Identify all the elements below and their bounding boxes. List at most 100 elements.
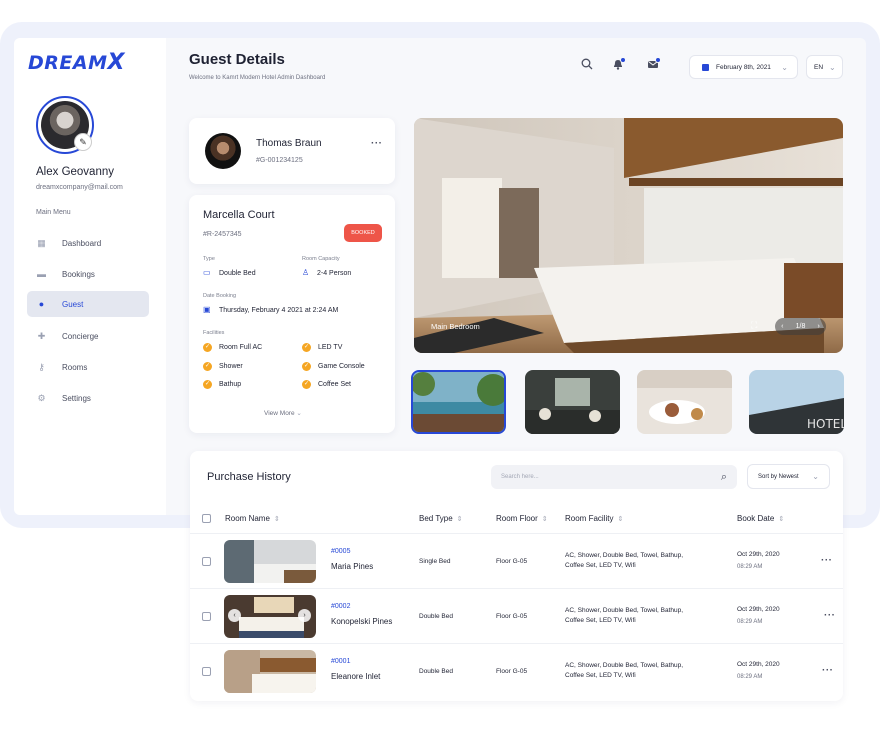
sidebar-item-guest[interactable]: ● Guest [27, 291, 149, 317]
logo-x: X [107, 50, 125, 75]
bed-type: Double Bed [419, 668, 453, 675]
sidebar-item-label: Dashboard [62, 238, 102, 248]
sidebar-item-settings[interactable]: ⚙ Settings [27, 385, 149, 411]
gear-icon: ⚙ [37, 392, 46, 403]
svg-text:HOTEL: HOTEL [807, 417, 844, 431]
status-badge: BOOKED [344, 224, 382, 242]
language-select[interactable]: EN ⌄ [806, 55, 843, 79]
search-icon[interactable] [579, 58, 595, 74]
chevron-left-icon[interactable]: ‹ [228, 609, 241, 622]
date-picker[interactable]: February 8th, 2021 ⌄ [689, 55, 798, 79]
photo-counter: 1/8 [795, 323, 806, 330]
room-name: Eleanore Inlet [331, 672, 381, 681]
sidebar-item-bookings[interactable]: ▬ Bookings [27, 261, 149, 287]
divider [190, 533, 843, 534]
menu-title: Main Menu [36, 209, 71, 216]
sort-icon[interactable]: ⇕ [617, 516, 623, 523]
column-label: Room Floor [496, 514, 538, 523]
row-more-icon[interactable]: ··· [821, 555, 833, 566]
pencil-icon[interactable]: ✎ [74, 133, 92, 151]
facility-item: Room Full AC [219, 344, 263, 351]
row-checkbox[interactable] [202, 612, 211, 621]
column-label: Bed Type [419, 514, 453, 523]
column-header-bed-type[interactable]: Bed Type ⇕ [419, 514, 463, 523]
sort-icon[interactable]: ⇕ [542, 516, 548, 523]
photo-pager[interactable]: ‹ 1/8 › [775, 318, 826, 335]
book-date: Oct 29th, 2020 [737, 606, 780, 613]
check-icon: ✓ [203, 362, 212, 371]
room-thumbnail[interactable] [224, 540, 316, 583]
chevron-left-icon[interactable]: ‹ [781, 323, 783, 330]
column-header-room-facility[interactable]: Room Facility ⇕ [565, 514, 623, 523]
chevron-right-icon[interactable]: › [298, 609, 311, 622]
sidebar-item-dashboard[interactable]: ▦ Dashboard [27, 230, 149, 256]
user-name: Alex Geovanny [36, 166, 114, 178]
chevron-down-icon: ⌄ [296, 410, 302, 417]
row-more-icon[interactable]: ··· [824, 610, 836, 621]
view-more-button[interactable]: View More ⌄ [264, 409, 302, 417]
type-value: Double Bed [219, 270, 256, 277]
check-icon: ✓ [203, 380, 212, 389]
sidebar-item-rooms[interactable]: ⚷ Rooms [27, 354, 149, 380]
room-code[interactable]: #0001 [331, 658, 350, 665]
sort-value: Sort by Newest [758, 473, 799, 480]
sort-icon[interactable]: ⇕ [274, 516, 280, 523]
purchase-history-title: Purchase History [207, 471, 291, 483]
users-icon: ● [38, 298, 45, 309]
book-time: 08:29 AM [737, 564, 763, 570]
column-header-room-floor[interactable]: Room Floor ⇕ [496, 514, 548, 523]
room-id: #R-2457345 [203, 231, 242, 238]
mail-icon[interactable] [645, 57, 661, 74]
notification-dot [620, 57, 626, 63]
room-code[interactable]: #0002 [331, 603, 350, 610]
facility-item: Coffee Set [318, 381, 351, 388]
more-options-icon[interactable]: ··· [371, 138, 383, 149]
sort-select[interactable]: Sort by Newest ⌄ [747, 464, 830, 489]
dashboard-icon: ▦ [37, 237, 46, 248]
facility-item: LED TV [318, 344, 343, 351]
photo-thumbnail[interactable] [411, 370, 506, 434]
guest-id: #G-001234125 [256, 157, 303, 164]
facility-line: Coffee Set, LED TV, Wifi [565, 617, 636, 624]
chevron-down-icon: ⌄ [829, 62, 836, 72]
date-booking-value: Thursday, February 4 2021 at 2:24 AM [219, 307, 339, 314]
check-icon: ✓ [302, 343, 311, 352]
chevron-right-icon[interactable]: › [818, 323, 820, 330]
sidebar-item-concierge[interactable]: ✚ Concierge [27, 323, 149, 349]
logo[interactable]: DREAMX [28, 50, 125, 75]
puzzle-icon: ✚ [37, 330, 46, 341]
photo-thumbnail[interactable]: HOTEL [749, 370, 844, 434]
row-more-icon[interactable]: ··· [822, 665, 834, 676]
room-facility: AC, Shower, Double Bed, Towel, Bathup, Co… [565, 661, 715, 681]
book-time: 08:29 AM [737, 619, 763, 625]
sort-icon[interactable]: ⇕ [457, 516, 463, 523]
select-all-checkbox[interactable] [202, 514, 211, 523]
column-header-room-name[interactable]: Room Name ⇕ [225, 514, 280, 523]
room-main-photo[interactable] [414, 118, 843, 353]
room-code[interactable]: #0005 [331, 548, 350, 555]
row-checkbox[interactable] [202, 667, 211, 676]
facilities-label: Facilities [203, 330, 225, 336]
expand-icon[interactable]: ⛶ [751, 320, 757, 331]
calendar-icon [702, 63, 709, 71]
row-checkbox[interactable] [202, 557, 211, 566]
bell-icon[interactable] [610, 57, 626, 74]
sidebar-item-label: Settings [62, 393, 91, 403]
bed-icon: ▭ [203, 268, 211, 277]
notification-dot [655, 57, 661, 63]
room-thumbnail[interactable] [224, 650, 316, 693]
date-value: February 8th, 2021 [716, 63, 771, 71]
calendar-icon: ▣ [203, 305, 211, 314]
user-email: dreamxcompany@mail.com [36, 184, 123, 191]
book-date: Oct 29th, 2020 [737, 551, 780, 558]
search-icon[interactable]: ⌕ [721, 471, 727, 484]
sort-icon[interactable]: ⇕ [778, 516, 784, 523]
book-date: Oct 29th, 2020 [737, 661, 780, 668]
photo-thumbnail[interactable] [637, 370, 732, 434]
column-header-book-date[interactable]: Book Date ⇕ [737, 514, 784, 523]
room-name: Maria Pines [331, 562, 374, 571]
person-icon: ♙ [302, 268, 310, 277]
search-input[interactable]: Search here... ⌕ [491, 465, 737, 489]
type-label: Type [203, 256, 215, 262]
photo-thumbnail[interactable] [525, 370, 620, 434]
